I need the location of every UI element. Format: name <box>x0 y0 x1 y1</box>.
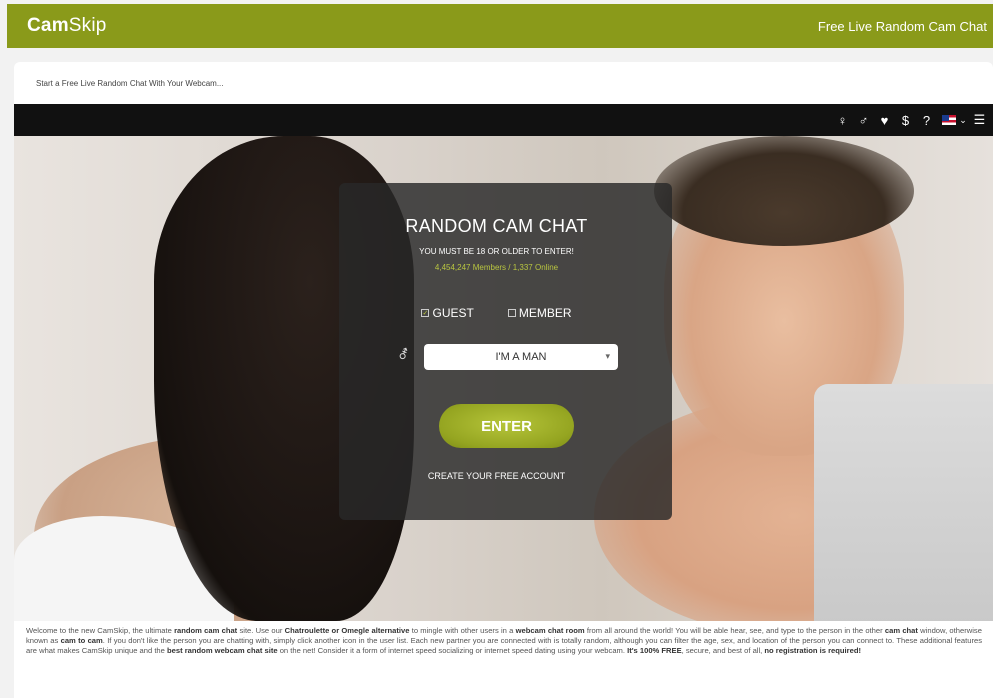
user-type-options: ✓ GUEST MEMBER <box>0 306 993 320</box>
checkbox-checked-icon: ✓ <box>421 309 430 317</box>
male-icon[interactable]: ♂ <box>854 110 873 130</box>
toolbar: ♀ ♂ ♥ $ ? ⌄ ☰ <box>14 104 993 136</box>
site-description: Welcome to the new CamSkip, the ultimate… <box>26 626 982 655</box>
site-tagline: Free Live Random Cam Chat <box>817 18 987 34</box>
panel-title: RANDOM CAM CHAT <box>405 216 588 236</box>
heart-icon[interactable]: ♥ <box>875 110 894 130</box>
female-icon[interactable]: ♀ <box>833 110 852 130</box>
chevron-down-icon[interactable]: ⌄ <box>958 110 968 130</box>
guest-radio[interactable]: ✓ GUEST <box>421 306 474 320</box>
member-stats: 4,454,247 Members / 1,337 Online <box>434 263 559 272</box>
menu-icon[interactable]: ☰ <box>970 110 989 130</box>
page-subtitle: Start a Free Live Random Chat With Your … <box>36 78 224 88</box>
site-logo[interactable]: CamSkip <box>27 15 107 37</box>
gender-select[interactable]: I'M A MAN ▾ <box>424 344 618 370</box>
dollar-icon[interactable]: $ <box>896 110 915 130</box>
top-header: CamSkip Free Live Random Cam Chat <box>7 4 993 48</box>
checkbox-empty-icon <box>507 309 516 317</box>
gender-icon: ⚦ <box>398 347 409 362</box>
age-notice: YOU MUST BE 18 OR OLDER TO ENTER! <box>419 247 574 256</box>
member-radio[interactable]: MEMBER <box>507 306 572 320</box>
help-icon[interactable]: ? <box>917 110 936 130</box>
flag-icon[interactable] <box>942 115 956 125</box>
chevron-down-icon: ▾ <box>605 351 610 361</box>
create-account-link[interactable]: CREATE YOUR FREE ACCOUNT <box>0 471 993 481</box>
enter-button[interactable]: ENTER <box>439 404 574 448</box>
hero-laptop <box>814 384 993 621</box>
